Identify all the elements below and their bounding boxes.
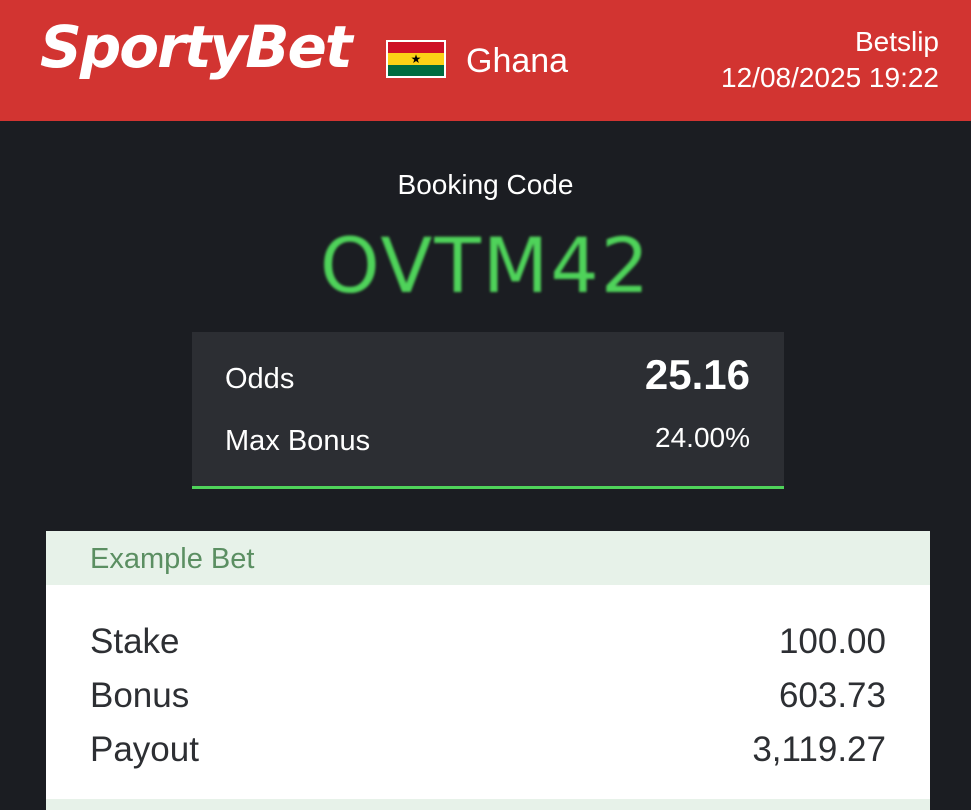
payout-label: Payout	[90, 730, 199, 769]
max-bonus-label: Max Bonus	[225, 425, 371, 457]
bonus-label: Bonus	[90, 676, 190, 715]
example-bet-title: Example Bet	[90, 543, 255, 575]
example-bet-header: Example Bet	[46, 531, 930, 585]
card-footer-strip	[46, 799, 930, 810]
bonus-value: 603.73	[778, 676, 886, 715]
country-label: Ghana	[466, 42, 569, 80]
betslip-datetime: 12/08/2025 19:22	[721, 62, 939, 93]
odds-summary-panel: Odds 25.16 Max Bonus 24.00%	[192, 332, 784, 489]
app-header: SportyBet ★ Ghana Betslip 12/08/2025 19:…	[0, 0, 971, 121]
example-bet-card: Example Bet Stake 100.00 Bonus 603.73 Pa…	[46, 531, 930, 810]
ghana-flag-icon: ★	[386, 40, 446, 78]
stake-label: Stake	[90, 622, 180, 661]
odds-value: 25.16	[644, 351, 750, 398]
stake-value: 100.00	[778, 622, 886, 661]
betslip-title: Betslip	[854, 26, 939, 57]
sportybet-logo[interactable]: SportyBet	[40, 18, 353, 76]
max-bonus-value: 24.00%	[655, 422, 750, 453]
odds-label: Odds	[225, 363, 295, 395]
booking-code-label: Booking Code	[397, 169, 574, 200]
payout-value: 3,119.27	[752, 730, 886, 769]
booking-code-value[interactable]: OVTM42	[0, 228, 971, 304]
